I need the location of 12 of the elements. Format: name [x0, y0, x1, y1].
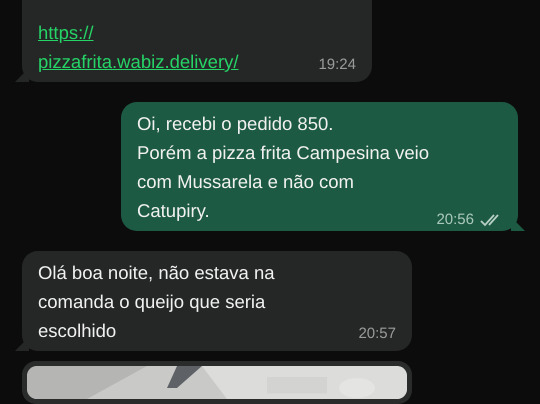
- message-time: 20:57: [358, 325, 396, 343]
- message-text: Catupiry.: [137, 199, 210, 223]
- message-text: Porém a pizza frita Campesina veio: [137, 141, 430, 165]
- message-text: escolhido: [38, 319, 116, 343]
- message-text: Olá boa noite, não estava na: [38, 261, 275, 285]
- message-text: comanda o queijo que seria: [38, 290, 266, 314]
- message-time: 19:24: [318, 56, 356, 74]
- message-link[interactable]: pizzafrita.wabiz.delivery/: [38, 47, 238, 76]
- message-text: Oi, recebi o pedido 850.: [137, 112, 334, 136]
- message-time: 20:56: [436, 211, 474, 229]
- message-text: com Mussarela e não com: [137, 170, 354, 194]
- message-link[interactable]: https://: [38, 18, 94, 47]
